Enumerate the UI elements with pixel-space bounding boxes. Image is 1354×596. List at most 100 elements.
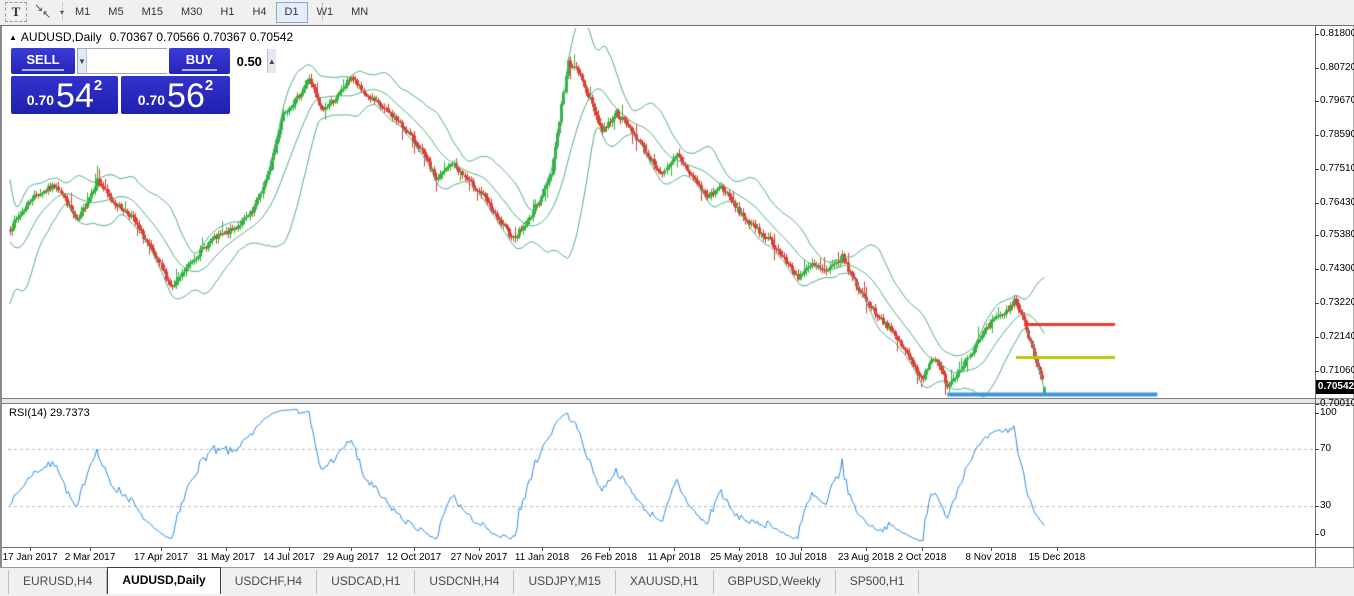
toolbar-separator	[62, 3, 63, 21]
date-axis-label: 14 Jul 2017	[263, 552, 315, 563]
rsi-indicator-canvas[interactable]	[8, 404, 1315, 547]
rsi-axis-tick	[1315, 449, 1319, 450]
timeframe-button-m1[interactable]: M1	[66, 2, 99, 23]
chart-tab-bar: EURUSD,H4AUDUSD,DailyUSDCHF,H4USDCAD,H1U…	[0, 567, 1354, 596]
date-axis-label: 17 Apr 2017	[134, 552, 188, 563]
price-axis-tick	[1315, 135, 1319, 136]
date-axis-label: 12 Oct 2017	[387, 552, 441, 563]
date-axis-tick	[226, 548, 227, 551]
price-axis-tick	[1315, 269, 1319, 270]
date-axis-label: 11 Jan 2018	[515, 552, 569, 563]
rsi-axis-label: 70	[1320, 443, 1331, 454]
timeframe-button-h1[interactable]: H1	[211, 2, 243, 23]
buy-price-display[interactable]: 0.70 56 2	[121, 76, 230, 114]
price-axis-tick	[1315, 404, 1319, 405]
date-axis-tick	[414, 548, 415, 551]
date-axis-tick	[609, 548, 610, 551]
chart-tab-usdcnh-h4[interactable]: USDCNH,H4	[415, 570, 514, 594]
date-axis-label: 2 Mar 2017	[65, 552, 116, 563]
date-axis-label: 27 Nov 2017	[451, 552, 508, 563]
price-axis-tick	[1315, 34, 1319, 35]
timeframe-button-m30[interactable]: M30	[172, 2, 211, 23]
date-axis-tick	[161, 548, 162, 551]
buy-button[interactable]: BUY	[169, 48, 230, 74]
sell-price-prefix: 0.70	[27, 92, 54, 108]
price-axis-label: 0.77510	[1320, 163, 1354, 174]
chart-tab-gbpusd-weekly[interactable]: GBPUSD,Weekly	[714, 570, 836, 594]
metatrader-app: T ↘ ↖ ▾ M1M5M15M30H1H4D1W1MN ▲ AUDUSD,Dai…	[0, 0, 1354, 596]
date-axis-tick	[479, 548, 480, 551]
date-axis-border	[2, 547, 1354, 548]
date-axis-label: 31 May 2017	[197, 552, 255, 563]
date-axis-label: 29 Aug 2017	[323, 552, 379, 563]
date-axis-tick	[1057, 548, 1058, 551]
price-axis-tick	[1315, 169, 1319, 170]
chart-tab-usdjpy-m15[interactable]: USDJPY,M15	[514, 570, 615, 594]
toolbar: T ↘ ↖ ▾ M1M5M15M30H1H4D1W1MN	[0, 0, 1354, 25]
date-axis-tick	[922, 548, 923, 551]
sell-price-display[interactable]: 0.70 54 2	[11, 76, 118, 114]
price-axis-tick	[1315, 371, 1319, 372]
buy-price-prefix: 0.70	[138, 92, 165, 108]
buy-button-label: BUY	[182, 52, 217, 71]
price-axis-tick	[1315, 101, 1319, 102]
volume-increase-icon[interactable]: ▲	[267, 49, 276, 73]
price-axis-tick	[1315, 235, 1319, 236]
date-axis-label: 15 Dec 2018	[1029, 552, 1086, 563]
timeframe-button-w1[interactable]: W1	[308, 2, 343, 23]
sell-button-label: SELL	[22, 52, 63, 71]
text-tool-button[interactable]: T	[5, 2, 27, 22]
price-axis-tick	[1315, 68, 1319, 69]
price-axis-label: 0.76430	[1320, 197, 1354, 208]
buy-price-pip-digit: 2	[205, 77, 213, 94]
chart-tab-audusd-daily[interactable]: AUDUSD,Daily	[107, 567, 220, 594]
arrows-tool-button[interactable]: ↘ ↖	[31, 2, 57, 22]
sell-button[interactable]: SELL	[11, 48, 75, 74]
date-axis-label: 10 Jul 2018	[775, 552, 827, 563]
price-axis-tick	[1315, 203, 1319, 204]
chart-ohlc-values: 0.70367 0.70566 0.70367 0.70542	[110, 30, 294, 44]
timeframe-button-d1[interactable]: D1	[276, 2, 308, 23]
price-axis-label: 0.80720	[1320, 62, 1354, 73]
date-axis-label: 11 Apr 2018	[647, 552, 700, 563]
rsi-indicator-label: RSI(14) 29.7373	[9, 407, 90, 419]
date-axis-label: 17 Jan 2017	[2, 552, 57, 563]
chart-window: ▲AUDUSD,Daily0.70367 0.70566 0.70367 0.7…	[0, 25, 1354, 567]
price-axis-divider	[1315, 26, 1316, 567]
toolbar-separator	[322, 3, 323, 21]
sell-price-pip-digit: 2	[94, 77, 102, 94]
date-axis-tick	[542, 548, 543, 551]
price-axis-tick	[1315, 303, 1319, 304]
rsi-axis-tick	[1315, 534, 1319, 535]
volume-decrease-icon[interactable]: ▼	[78, 49, 87, 73]
date-axis-tick	[289, 548, 290, 551]
current-price-tag: 0.70542	[1316, 380, 1354, 394]
date-axis-tick	[351, 548, 352, 551]
date-axis-label: 26 Feb 2018	[581, 552, 637, 563]
chart-tab-usdchf-h4[interactable]: USDCHF,H4	[221, 570, 317, 594]
timeframe-button-m5[interactable]: M5	[99, 2, 132, 23]
rsi-axis-tick	[1315, 413, 1319, 414]
date-axis-label: 23 Aug 2018	[838, 552, 894, 563]
chart-tab-eurusd-h4[interactable]: EURUSD,H4	[8, 570, 107, 594]
collapse-triangle-icon[interactable]: ▲	[9, 33, 17, 42]
date-axis-tick	[30, 548, 31, 551]
date-axis-tick	[866, 548, 867, 551]
price-axis-tick	[1315, 337, 1319, 338]
date-axis-tick	[739, 548, 740, 551]
buy-price-big-digits: 56	[167, 81, 205, 111]
chart-tab-sp500-h1[interactable]: SP500,H1	[836, 570, 920, 594]
date-axis-tick	[90, 548, 91, 551]
rsi-axis-label: 30	[1320, 500, 1331, 511]
date-axis-label: 2 Oct 2018	[898, 552, 947, 563]
timeframe-button-mn[interactable]: MN	[342, 2, 377, 23]
timeframe-button-m15[interactable]: M15	[133, 2, 172, 23]
price-axis-label: 0.72140	[1320, 331, 1354, 342]
date-axis-label: 8 Nov 2018	[965, 552, 1016, 563]
price-axis-label: 0.81800	[1320, 28, 1354, 39]
chart-tab-usdcad-h1[interactable]: USDCAD,H1	[317, 570, 415, 594]
chart-tab-xauusd-h1[interactable]: XAUUSD,H1	[616, 570, 714, 594]
timeframe-button-h4[interactable]: H4	[243, 2, 275, 23]
volume-spinner: ▼ ▲	[77, 48, 167, 74]
date-axis-tick	[674, 548, 675, 551]
